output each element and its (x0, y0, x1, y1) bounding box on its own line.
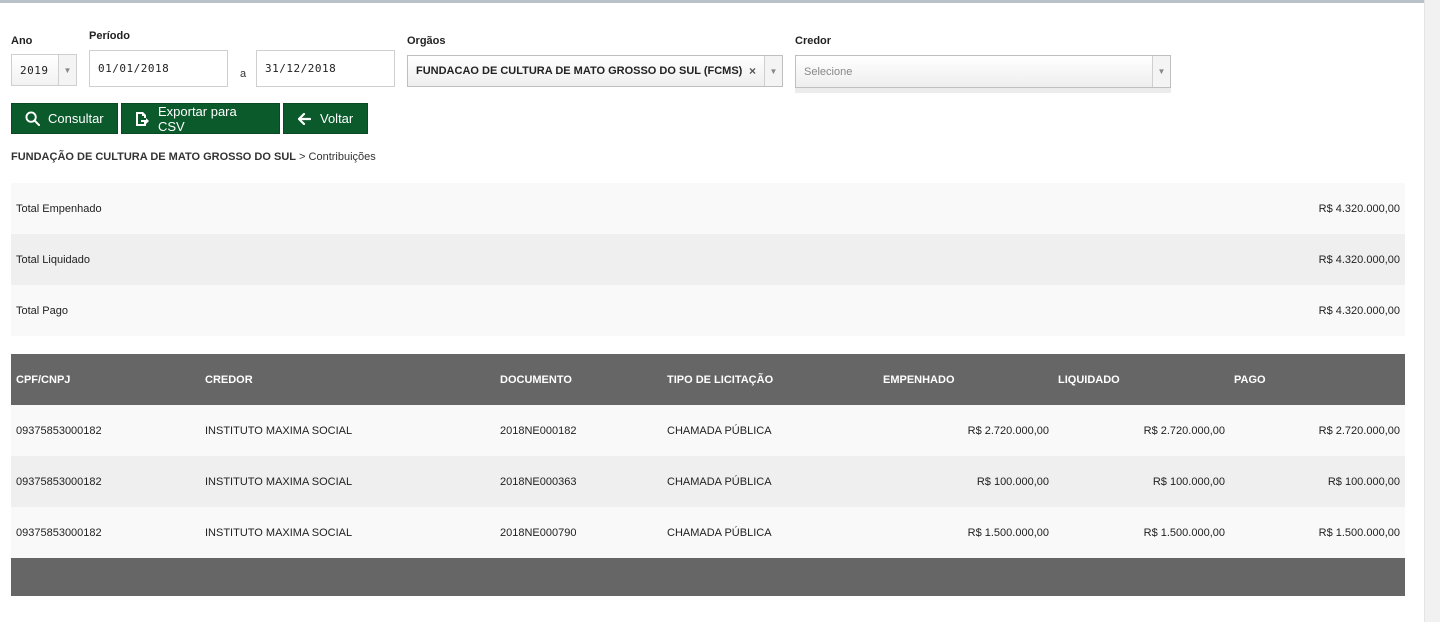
credor-dropdown-shadow (795, 88, 1171, 93)
header-liquidado[interactable]: LIQUIDADO (1058, 374, 1120, 386)
periodo-separator: a (240, 68, 247, 80)
arrow-left-icon (296, 111, 312, 127)
cell-empenhado: R$ 2.720.000,00 (967, 424, 1049, 437)
data-inicio-value: 01/01/2018 (98, 62, 170, 75)
total-label: Total Pago (16, 304, 68, 317)
cell-tipo-licitacao: CHAMADA PÚBLICA (667, 424, 772, 437)
table-row: 09375853000182 INSTITUTO MAXIMA SOCIAL 2… (11, 507, 1405, 558)
cell-cpf: 09375853000182 (16, 424, 102, 437)
header-pago[interactable]: PAGO (1234, 374, 1266, 386)
cell-credor: INSTITUTO MAXIMA SOCIAL (205, 424, 353, 437)
total-empenhado-row: Total Empenhado R$ 4.320.000,00 (11, 183, 1405, 234)
cell-cpf: 09375853000182 (16, 475, 102, 488)
cell-documento: 2018NE000790 (500, 526, 577, 539)
totals-panel: Total Empenhado R$ 4.320.000,00 Total Li… (11, 183, 1405, 336)
ano-label: Ano (11, 35, 33, 47)
breadcrumb: FUNDAÇÃO DE CULTURA DE MATO GROSSO DO SU… (11, 151, 376, 163)
cell-empenhado: R$ 1.500.000,00 (967, 526, 1049, 539)
cell-liquidado: R$ 2.720.000,00 (1143, 424, 1225, 437)
page-scrollbar[interactable] (1424, 0, 1440, 622)
header-documento[interactable]: DOCUMENTO (500, 374, 572, 386)
credor-label: Credor (795, 35, 832, 47)
orgaos-label: Orgãos (407, 35, 446, 47)
header-credor[interactable]: CREDOR (205, 374, 253, 386)
periodo-label: Período (89, 30, 130, 42)
ano-select[interactable]: 2019 ▼ (11, 54, 77, 86)
total-label: Total Liquidado (16, 253, 91, 266)
header-empenhado[interactable]: EMPENHADO (883, 374, 955, 386)
cell-credor: INSTITUTO MAXIMA SOCIAL (205, 475, 353, 488)
contribuicoes-table: CPF/CNPJ CREDOR DOCUMENTO TIPO DE LICITA… (11, 354, 1405, 596)
orgao-select[interactable]: FUNDACAO DE CULTURA DE MATO GROSSO DO SU… (407, 55, 783, 87)
cell-liquidado: R$ 1.500.000,00 (1143, 526, 1225, 539)
cell-documento: 2018NE000182 (500, 424, 577, 437)
cell-credor: INSTITUTO MAXIMA SOCIAL (205, 526, 353, 539)
clear-icon[interactable]: × (749, 64, 756, 78)
exportar-label: Exportar para CSV (157, 103, 237, 134)
cell-pago: R$ 1.500.000,00 (1318, 526, 1400, 539)
breadcrumb-separator: > (295, 151, 309, 163)
cell-tipo-licitacao: CHAMADA PÚBLICA (667, 526, 772, 539)
cell-pago: R$ 2.720.000,00 (1318, 424, 1400, 437)
total-liquidado-row: Total Liquidado R$ 4.320.000,00 (11, 234, 1405, 285)
credor-select[interactable]: Selecione ▼ (795, 55, 1171, 88)
data-inicio-input[interactable]: 01/01/2018 (89, 50, 228, 87)
breadcrumb-current: Contribuições (308, 151, 376, 163)
header-cpf[interactable]: CPF/CNPJ (16, 374, 70, 386)
table-footer (11, 558, 1405, 596)
total-label: Total Empenhado (16, 202, 102, 215)
voltar-button[interactable]: Voltar (283, 103, 368, 134)
total-value: R$ 4.320.000,00 (1318, 304, 1400, 317)
chevron-down-icon[interactable]: ▼ (764, 56, 782, 86)
voltar-label: Voltar (320, 111, 354, 126)
chevron-down-icon[interactable]: ▼ (1152, 56, 1170, 87)
export-icon (134, 111, 150, 127)
consultar-button[interactable]: Consultar (11, 103, 118, 134)
total-value: R$ 4.320.000,00 (1318, 202, 1400, 215)
cell-empenhado: R$ 100.000,00 (976, 475, 1049, 488)
consultar-label: Consultar (48, 111, 104, 126)
orgao-value: FUNDACAO DE CULTURA DE MATO GROSSO DO SU… (416, 65, 743, 77)
breadcrumb-orgao[interactable]: FUNDAÇÃO DE CULTURA DE MATO GROSSO DO SU… (11, 151, 296, 163)
search-icon (24, 111, 40, 127)
header-tipo-licitacao[interactable]: TIPO DE LICITAÇÃO (667, 374, 773, 386)
total-value: R$ 4.320.000,00 (1318, 253, 1400, 266)
table-header: CPF/CNPJ CREDOR DOCUMENTO TIPO DE LICITA… (11, 354, 1405, 405)
chevron-down-icon[interactable]: ▼ (58, 55, 76, 85)
cell-cpf: 09375853000182 (16, 526, 102, 539)
table-row: 09375853000182 INSTITUTO MAXIMA SOCIAL 2… (11, 456, 1405, 507)
cell-pago: R$ 100.000,00 (1327, 475, 1400, 488)
cell-documento: 2018NE000363 (500, 475, 577, 488)
data-fim-input[interactable]: 31/12/2018 (256, 50, 395, 87)
cell-tipo-licitacao: CHAMADA PÚBLICA (667, 475, 772, 488)
data-fim-value: 31/12/2018 (265, 62, 337, 75)
top-border (0, 0, 1424, 3)
total-pago-row: Total Pago R$ 4.320.000,00 (11, 285, 1405, 336)
ano-value: 2019 (20, 63, 49, 77)
exportar-csv-button[interactable]: Exportar para CSV (121, 103, 280, 134)
credor-placeholder: Selecione (804, 65, 853, 78)
cell-liquidado: R$ 100.000,00 (1152, 475, 1225, 488)
table-row: 09375853000182 INSTITUTO MAXIMA SOCIAL 2… (11, 405, 1405, 456)
